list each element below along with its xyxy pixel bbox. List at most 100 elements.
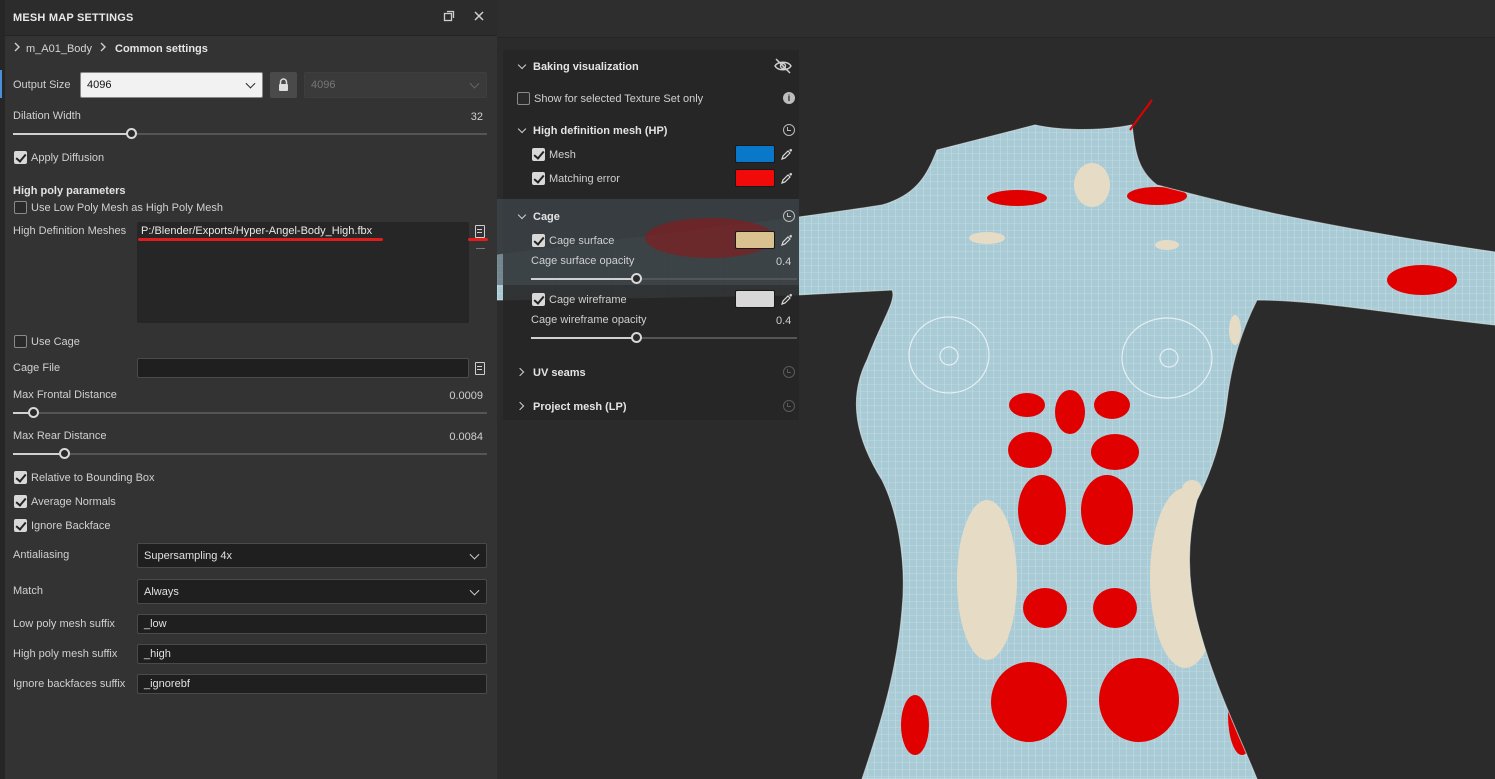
baking-vis-title[interactable]: Baking visualization (533, 61, 639, 73)
close-icon[interactable] (471, 10, 487, 26)
mesh-map-settings-panel: MESH MAP SETTINGS m_A01_Body Common sett… (0, 0, 497, 779)
lock-button[interactable] (270, 72, 297, 98)
slider-handle[interactable] (631, 273, 642, 284)
use-low-as-high-label: Use Low Poly Mesh as High Poly Mesh (31, 202, 223, 214)
chevron-right-icon (13, 42, 21, 55)
cage-title[interactable]: Cage (533, 211, 560, 223)
match-label: Match (13, 585, 43, 597)
show-selected-checkbox[interactable] (517, 92, 530, 105)
antialiasing-select[interactable]: Supersampling 4x (137, 543, 487, 568)
hd-meshes-label: High Definition Meshes (13, 225, 127, 237)
project-mesh-title[interactable]: Project mesh (LP) (533, 401, 627, 413)
uv-seams-title[interactable]: UV seams (533, 367, 586, 379)
lock-icon (279, 78, 288, 91)
eyedropper-icon[interactable] (781, 234, 793, 246)
cage-wireframe-color-swatch[interactable] (735, 290, 775, 308)
visibility-off-icon[interactable] (774, 58, 792, 74)
eyedropper-icon[interactable] (781, 172, 793, 184)
slider-handle[interactable] (126, 128, 137, 139)
cage-wireframe-label: Cage wireframe (549, 294, 627, 306)
cage-surface-opacity-value: 0.4 (776, 256, 792, 268)
max-rear-value: 0.0084 (449, 431, 483, 443)
cage-wireframe-opacity-value: 0.4 (776, 315, 792, 327)
eyedropper-icon[interactable] (781, 293, 793, 305)
high-poly-section-title: High poly parameters (13, 185, 126, 197)
highlight-underline (138, 238, 383, 241)
antialiasing-value: Supersampling 4x (144, 549, 233, 562)
low-suffix-value: _low (144, 618, 167, 630)
ignore-bf-suffix-value: _ignorebf (144, 678, 190, 690)
slider-fill (531, 278, 637, 280)
file-browse-icon[interactable] (475, 362, 485, 375)
remove-mesh-icon[interactable] (476, 248, 485, 249)
apply-diffusion-checkbox[interactable] (14, 151, 27, 164)
low-suffix-input[interactable]: _low (137, 614, 487, 634)
use-cage-checkbox[interactable] (14, 335, 27, 348)
output-size-select[interactable]: 4096 (80, 72, 263, 98)
cage-file-label: Cage File (13, 362, 61, 374)
max-rear-slider[interactable] (13, 448, 487, 459)
breadcrumb: m_A01_Body Common settings (5, 37, 497, 61)
antialiasing-label: Antialiasing (13, 549, 70, 561)
cage-surface-checkbox[interactable] (532, 234, 545, 247)
cage-surface-opacity-label: Cage surface opacity (531, 255, 635, 267)
eyedropper-icon[interactable] (781, 148, 793, 160)
dilation-width-slider[interactable] (13, 128, 487, 139)
relative-bbox-label: Relative to Bounding Box (31, 472, 155, 484)
highlight-underline (468, 238, 488, 241)
cage-wireframe-opacity-slider[interactable] (531, 332, 797, 343)
info-icon[interactable]: i (783, 92, 795, 104)
ignore-bf-suffix-input[interactable]: _ignorebf (137, 674, 487, 694)
slider-fill (13, 133, 132, 135)
reset-icon (783, 366, 795, 378)
file-browse-icon[interactable] (475, 225, 485, 238)
low-suffix-label: Low poly mesh suffix (13, 618, 115, 630)
undock-icon[interactable] (441, 10, 457, 26)
hd-mesh-path[interactable]: P:/Blender/Exports/Hyper-Angel-Body_High… (141, 225, 372, 237)
reset-icon[interactable] (783, 210, 795, 222)
slider-handle[interactable] (631, 332, 642, 343)
error-spike (1129, 99, 1153, 131)
slider-handle[interactable] (59, 448, 70, 459)
high-suffix-value: _high (144, 648, 171, 660)
breadcrumb-item[interactable]: m_A01_Body (26, 43, 92, 55)
active-indicator (0, 70, 2, 98)
dilation-width-label: Dilation Width (13, 110, 81, 122)
cage-surface-opacity-slider[interactable] (531, 273, 797, 284)
ignore-backface-checkbox[interactable] (14, 519, 27, 532)
average-normals-label: Average Normals (31, 496, 116, 508)
reset-icon (783, 400, 795, 412)
panel-title: MESH MAP SETTINGS (13, 12, 134, 24)
reset-icon[interactable] (783, 124, 795, 136)
left-edge-strip (0, 0, 5, 779)
output-size-linked-select: 4096 (304, 72, 487, 98)
mesh-color-swatch[interactable] (735, 145, 775, 163)
max-frontal-value: 0.0009 (449, 390, 483, 402)
match-select[interactable]: Always (137, 579, 487, 604)
relative-bbox-checkbox[interactable] (14, 471, 27, 484)
matching-error-color-swatch[interactable] (735, 169, 775, 187)
output-size-linked-value: 4096 (311, 79, 336, 91)
average-normals-checkbox[interactable] (14, 495, 27, 508)
hp-title[interactable]: High definition mesh (HP) (533, 125, 667, 137)
output-size-value: 4096 (87, 79, 112, 91)
max-frontal-slider[interactable] (13, 407, 487, 418)
matching-error-checkbox[interactable] (532, 172, 545, 185)
cage-wireframe-opacity-label: Cage wireframe opacity (531, 314, 647, 326)
cage-file-input[interactable] (137, 358, 469, 378)
cage-wireframe-checkbox[interactable] (532, 293, 545, 306)
mesh-checkbox[interactable] (532, 148, 545, 161)
high-suffix-label: High poly mesh suffix (13, 648, 118, 660)
show-selected-label: Show for selected Texture Set only (534, 93, 704, 105)
dilation-width-value: 32 (470, 111, 483, 123)
ignore-bf-suffix-label: Ignore backfaces suffix (13, 678, 126, 690)
slider-handle[interactable] (28, 407, 39, 418)
cage-surface-color-swatch[interactable] (735, 231, 775, 249)
cage-surface-label: Cage surface (549, 235, 615, 247)
use-low-as-high-checkbox[interactable] (14, 201, 27, 214)
panel-titlebar: MESH MAP SETTINGS (5, 0, 497, 36)
max-rear-label: Max Rear Distance (13, 430, 107, 442)
high-suffix-input[interactable]: _high (137, 644, 487, 664)
output-size-label: Output Size (13, 79, 71, 91)
matching-error-label: Matching error (549, 173, 620, 185)
